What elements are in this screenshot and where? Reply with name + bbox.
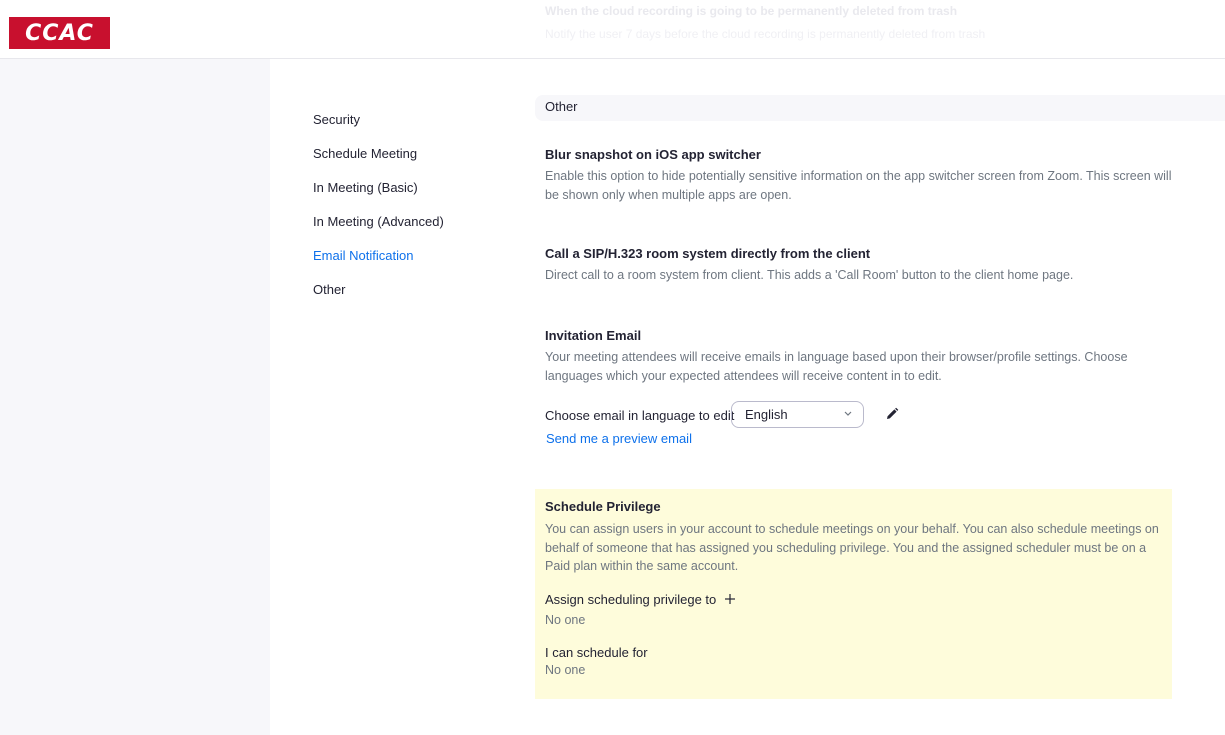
- language-selected-value: English: [745, 407, 788, 422]
- language-select[interactable]: English: [731, 401, 864, 428]
- subnav-in-meeting-basic[interactable]: In Meeting (Basic): [313, 180, 444, 214]
- ccac-logo[interactable]: CCAC: [9, 17, 110, 49]
- privilege-title: Schedule Privilege: [545, 499, 661, 514]
- setting-title: Invitation Email: [545, 328, 642, 343]
- settings-subnav: Security Schedule Meeting In Meeting (Ba…: [313, 112, 444, 316]
- send-preview-email-link[interactable]: Send me a preview email: [546, 431, 692, 446]
- setting-desc: Direct call to a room system from client…: [545, 268, 1074, 282]
- setting-sip-call: Call a SIP/H.323 room system directly fr…: [545, 246, 1185, 285]
- subnav-other[interactable]: Other: [313, 282, 444, 316]
- setting-title: Call a SIP/H.323 room system directly fr…: [545, 246, 871, 261]
- subnav-in-meeting-advanced[interactable]: In Meeting (Advanced): [313, 214, 444, 248]
- section-title: Other: [545, 99, 578, 114]
- assign-privilege-value: No one: [545, 613, 586, 627]
- left-panel: [0, 59, 270, 735]
- faded-setting-title: When the cloud recording is going to be …: [545, 4, 958, 18]
- setting-blur-snapshot: Blur snapshot on iOS app switcher Enable…: [545, 147, 1185, 204]
- assign-privilege-label: Assign scheduling privilege to: [545, 592, 717, 607]
- chevron-down-icon: [844, 411, 852, 416]
- choose-language-label: Choose email in language to edit: [545, 407, 735, 423]
- setting-title: Blur snapshot on iOS app switcher: [545, 147, 761, 162]
- subnav-security[interactable]: Security: [313, 112, 444, 146]
- schedule-for-value: No one: [545, 663, 586, 677]
- logo-text: CCAC: [25, 20, 94, 46]
- faded-setting-desc: Notify the user 7 days before the cloud …: [545, 27, 986, 41]
- subnav-email-notification[interactable]: Email Notification: [313, 248, 444, 282]
- subnav-schedule-meeting[interactable]: Schedule Meeting: [313, 146, 444, 180]
- pencil-icon[interactable]: [885, 407, 899, 421]
- section-header-other: Other: [535, 95, 1225, 121]
- setting-desc: Enable this option to hide potentially s…: [545, 169, 1172, 202]
- privilege-desc: You can assign users in your account to …: [545, 522, 1159, 573]
- language-row: Choose email in language to edit English: [545, 401, 899, 429]
- top-bar: CCAC When the cloud recording is going t…: [0, 0, 1225, 59]
- setting-desc: Your meeting attendees will receive emai…: [545, 350, 1128, 383]
- setting-invitation-email: Invitation Email Your meeting attendees …: [545, 328, 1185, 385]
- schedule-for-label: I can schedule for: [545, 645, 648, 660]
- plus-icon[interactable]: [723, 592, 737, 606]
- schedule-privilege-panel: Schedule Privilege You can assign users …: [535, 489, 1172, 699]
